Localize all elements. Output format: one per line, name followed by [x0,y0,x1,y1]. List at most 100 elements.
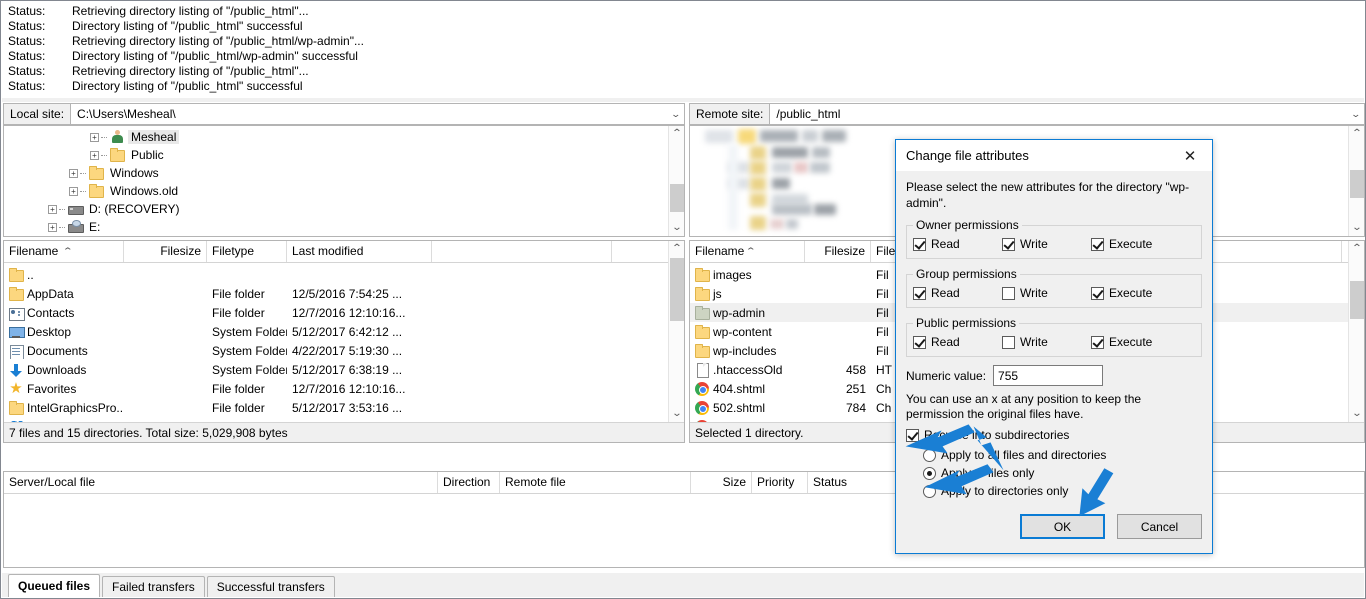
remote-list-scrollbar[interactable]: ⌃ ⌄ [1348,241,1364,422]
scroll-down-icon[interactable]: ⌄ [667,220,684,236]
column-header-filler [432,241,612,262]
scrollbar-thumb[interactable] [1350,281,1364,319]
table-row[interactable]: AppData File folder 12/5/2016 7:54:25 ..… [4,284,668,303]
ok-button[interactable]: OK [1020,514,1105,539]
scroll-up-icon[interactable]: ⌃ [667,241,684,257]
radio-icon [923,466,936,480]
local-list-scrollbar[interactable]: ⌃ ⌄ [668,241,684,422]
column-header-filename[interactable]: Filename ⌃ [690,241,805,262]
table-row[interactable]: .. [4,265,668,284]
tree-node-drive-e[interactable]: + E: [4,218,684,236]
column-header-filename[interactable]: Filename ⌃ [4,241,124,262]
tree-node-mesheal[interactable]: + Mesheal [4,128,684,146]
tab-successful-transfers[interactable]: Successful transfers [206,576,335,597]
scroll-up-icon[interactable]: ⌃ [1347,241,1364,257]
column-header-filetype[interactable]: Filetype [207,241,287,262]
numeric-value-input[interactable] [993,365,1104,386]
local-site-path-value: C:\Users\Mesheal\ [77,107,176,121]
table-row[interactable]: Desktop System Folder 5/12/2017 6:42:12 … [4,322,668,341]
change-file-attributes-dialog[interactable]: Change file attributes ✕ Please select t… [895,139,1213,554]
remote-tree-scrollbar[interactable]: ⌃ ⌄ [1348,126,1364,236]
scroll-down-icon[interactable]: ⌄ [1347,406,1364,422]
tree-node-label: D: (RECOVERY) [89,202,180,216]
column-header-last-modified[interactable]: Last modified [287,241,432,262]
table-row[interactable]: Downloads System Folder 5/12/2017 6:38:1… [4,360,668,379]
owner-read-checkbox[interactable]: Read [913,237,1002,251]
apply-to-directories-only-radio[interactable]: Apply to directories only [923,482,1202,500]
remote-site-label: Remote site: [689,103,770,125]
checkbox-icon [913,335,926,349]
cancel-button[interactable]: Cancel [1117,514,1202,539]
close-icon[interactable]: ✕ [1168,140,1212,171]
tree-node-public[interactable]: + Public [4,146,684,164]
public-execute-label: Execute [1109,335,1153,349]
apply-to-files-only-radio[interactable]: Apply to files only [923,464,1202,482]
column-header-size[interactable]: Size [691,472,752,493]
group-execute-checkbox[interactable]: Execute [1091,286,1180,300]
local-tree-scrollbar[interactable]: ⌃ ⌄ [668,126,684,236]
tab-queued-files[interactable]: Queued files [8,574,101,597]
file-modified: 4/22/2017 5:19:30 ... [292,343,403,358]
tree-node-label: Windows.old [110,184,179,198]
recurse-into-subdirectories-checkbox[interactable]: Recurse into subdirectories [906,428,1202,442]
file-name: wp-includes [713,343,777,358]
tree-node-windows-old[interactable]: + Windows.old [4,182,684,200]
numeric-value-row: Numeric value: [906,365,1202,386]
checkbox-icon [906,428,919,442]
expander-icon[interactable]: + [48,204,57,214]
status-log[interactable]: Status: Retrieving directory listing of … [2,2,1364,98]
user-icon [109,129,125,145]
scrollbar-thumb[interactable] [670,258,684,321]
status-message: Directory listing of "/public_html/wp-ad… [72,49,358,63]
owner-write-checkbox[interactable]: Write [1002,237,1091,251]
public-write-checkbox[interactable]: Write [1002,335,1091,349]
scroll-down-icon[interactable]: ⌄ [667,406,684,422]
owner-execute-checkbox[interactable]: Execute [1091,237,1180,251]
file-type: File folder [212,381,265,396]
column-header-direction[interactable]: Direction [438,472,500,493]
table-row[interactable]: Contacts File folder 12/7/2016 12:10:16.… [4,303,668,322]
group-read-checkbox[interactable]: Read [913,286,1002,300]
folder-icon [88,183,104,199]
file-type: File folder [212,400,265,415]
expander-icon[interactable]: + [90,150,99,160]
local-file-list[interactable]: Filename ⌃ Filesize Filetype Last modifi… [3,240,685,443]
table-row[interactable]: ★ Favorites File folder 12/7/2016 12:10:1… [4,379,668,398]
expander-icon[interactable]: + [69,186,78,196]
group-write-checkbox[interactable]: Write [1002,286,1091,300]
log-splitter[interactable] [2,98,1364,102]
download-icon [8,362,24,378]
group-read-label: Read [931,286,960,300]
tab-failed-transfers[interactable]: Failed transfers [102,576,205,597]
file-name: Desktop [27,324,72,339]
checkbox-icon [1091,237,1104,251]
public-execute-checkbox[interactable]: Execute [1091,335,1180,349]
expander-icon[interactable]: + [69,168,78,178]
owner-read-label: Read [931,237,960,251]
local-directory-tree[interactable]: + Mesheal + Public + Windows + Windows.o… [3,125,685,237]
column-header-filesize[interactable]: Filesize [124,241,207,262]
remote-site-path-combo[interactable]: /public_html ⌄ [769,103,1365,125]
scrollbar-thumb[interactable] [670,184,684,212]
column-header-priority[interactable]: Priority [752,472,808,493]
scroll-down-icon[interactable]: ⌄ [1347,220,1364,236]
table-row[interactable]: IntelGraphicsPro... File folder 5/12/201… [4,398,668,417]
column-header-filesize[interactable]: Filesize [805,241,871,262]
tree-node-drive-d[interactable]: + D: (RECOVERY) [4,200,684,218]
status-log-row: Status: Directory listing of "/public_ht… [2,79,1364,94]
column-header-server-local-file[interactable]: Server/Local file [4,472,438,493]
local-site-path-combo[interactable]: C:\Users\Mesheal\ ⌄ [70,103,685,125]
scrollbar-thumb[interactable] [1350,170,1364,198]
expander-icon[interactable]: + [48,222,57,232]
scroll-up-icon[interactable]: ⌃ [667,126,684,142]
folder-icon [8,286,24,302]
table-row[interactable]: Documents System Folder 4/22/2017 5:19:3… [4,341,668,360]
column-header-remote-file[interactable]: Remote file [500,472,691,493]
file-icon [694,362,710,378]
tree-connector [80,190,86,192]
apply-to-all-files-and-directories-radio[interactable]: Apply to all files and directories [923,446,1202,464]
tree-node-windows[interactable]: + Windows [4,164,684,182]
scroll-up-icon[interactable]: ⌃ [1347,126,1364,142]
public-read-checkbox[interactable]: Read [913,335,1002,349]
expander-icon[interactable]: + [90,132,99,142]
